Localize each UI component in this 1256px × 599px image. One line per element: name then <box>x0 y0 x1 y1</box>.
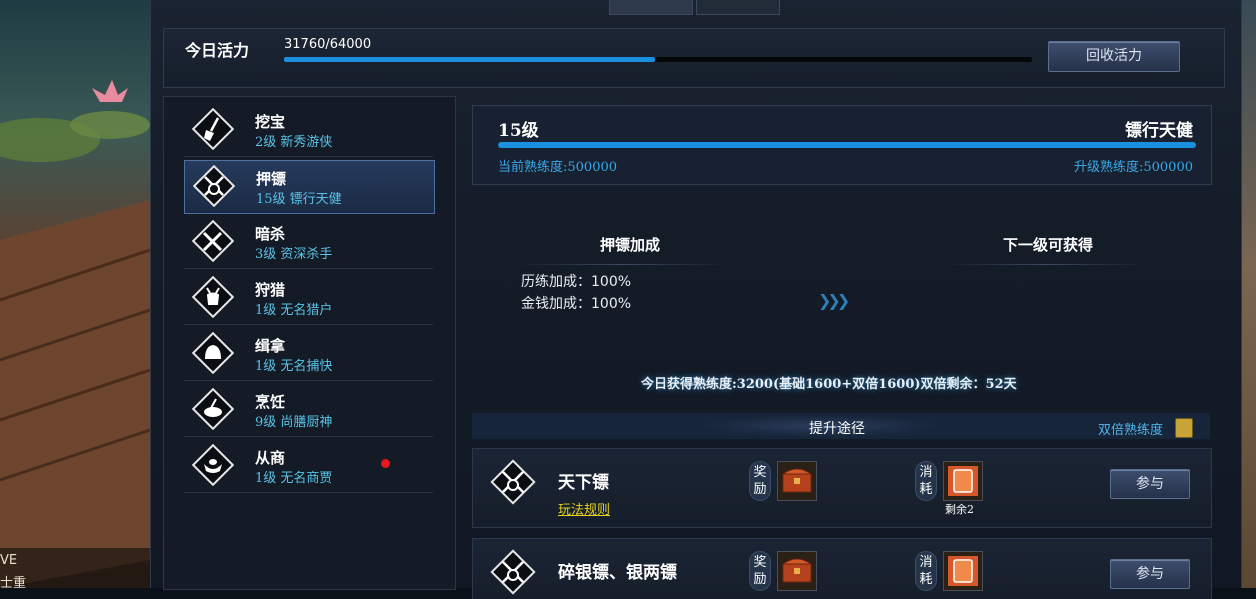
bonus-money: 金钱加成：100% <box>521 296 632 312</box>
tab-profession-play[interactable] <box>609 0 693 15</box>
vitality-value: 31760/64000 <box>284 37 372 52</box>
sidebar-item-label: 暗杀 <box>255 225 286 243</box>
rules-link[interactable]: 玩法规则 <box>558 499 610 518</box>
cost-item-slot[interactable] <box>943 551 983 591</box>
today-exp-summary: 今日获得熟练度:3200(基础1600+双倍1600)双倍剩余：52天 <box>641 377 1017 392</box>
scene-text: VE <box>0 553 18 568</box>
arrow-right-icon: ❯❯❯ <box>818 291 850 310</box>
vitality-progress-fill <box>284 57 655 62</box>
sidebar-item-label: 挖宝 <box>255 113 286 131</box>
task-name: 碎银镖、银两镖 <box>558 563 677 583</box>
cooking-pot-icon <box>192 388 234 430</box>
cost-tag: 消耗 <box>915 551 937 591</box>
shovel-icon <box>192 108 234 150</box>
escort-icon <box>490 549 536 595</box>
level-progress <box>498 142 1196 148</box>
sidebar-item-capture[interactable]: 缉拿 1级 无名捕快 <box>184 328 433 381</box>
sidebar-item-label: 狩猎 <box>255 281 286 299</box>
routes-title: 提升途径 <box>809 421 865 437</box>
escort-icon <box>490 459 536 505</box>
crossed-blades-icon <box>192 220 234 262</box>
scroll-icon[interactable] <box>1175 418 1193 438</box>
double-exp-label: 双倍熟练度 <box>1098 423 1164 438</box>
scene-decoration <box>0 80 151 588</box>
game-scene-right <box>1240 0 1256 588</box>
sidebar-item-cooking[interactable]: 烹饪 9级 尚膳厨神 <box>184 384 433 437</box>
sidebar-item-label: 押镖 <box>256 170 287 188</box>
reward-chest-slot[interactable] <box>777 461 817 501</box>
sidebar-item-escort[interactable]: 押镖 15级 镖行天健 <box>184 160 435 214</box>
reward-tag: 奖励 <box>749 551 771 591</box>
bonus-experience: 历练加成：100% <box>521 274 632 290</box>
sidebar-item-level: 9级 尚膳厨神 <box>255 415 333 430</box>
sidebar-item-level: 1级 无名猎户 <box>255 303 333 318</box>
level-number: 15级 <box>498 121 539 141</box>
task-row: 天下镖 玩法规则 奖励 消耗 剩余2 参与 <box>472 448 1212 528</box>
sidebar-item-level: 1级 无名商贾 <box>255 471 333 486</box>
reward-chest-slot[interactable] <box>777 551 817 591</box>
deer-icon <box>192 276 234 318</box>
next-level-title: 下一级可获得 <box>1003 236 1094 254</box>
bonus-title: 押镖加成 <box>600 236 661 254</box>
game-scene-left <box>0 0 151 588</box>
sidebar-item-level: 3级 资深杀手 <box>255 247 333 262</box>
divider <box>945 264 1147 265</box>
task-name: 天下镖 <box>558 473 609 493</box>
cost-item-slot[interactable] <box>943 461 983 501</box>
reward-tag: 奖励 <box>749 461 771 501</box>
sidebar-item-level: 1级 无名捕快 <box>255 359 333 374</box>
treasure-chest-icon <box>781 558 813 583</box>
level-title: 镖行天健 <box>1125 121 1193 141</box>
upgrade-exp: 升级熟练度:500000 <box>1073 160 1193 175</box>
scene-text: 士重 <box>0 576 27 591</box>
sidebar-item-hunting[interactable]: 狩猎 1级 无名猎户 <box>184 272 433 325</box>
recycle-vitality-button[interactable]: 回收活力 <box>1048 41 1180 72</box>
notification-dot <box>381 459 390 468</box>
sidebar-item-assassin[interactable]: 暗杀 3级 资深杀手 <box>184 216 433 269</box>
level-progress-fill <box>498 142 1196 148</box>
sidebar-item-level: 15级 镖行天健 <box>256 192 342 207</box>
sidebar-item-label: 从商 <box>255 449 286 467</box>
sidebar-item-treasure[interactable]: 挖宝 2级 新秀游侠 <box>184 104 433 157</box>
current-exp: 当前熟练度:500000 <box>498 160 618 175</box>
sidebar-item-label: 缉拿 <box>255 337 286 355</box>
tab-profession-skill[interactable] <box>696 0 780 15</box>
divider <box>515 264 730 265</box>
helmet-icon <box>192 332 234 374</box>
sidebar-item-label: 烹饪 <box>255 393 286 411</box>
escort-token-icon <box>948 466 978 496</box>
vitality-label: 今日活力 <box>185 41 250 60</box>
sidebar-item-merchant[interactable]: 从商 1级 无名商贾 <box>184 440 433 493</box>
cost-remaining: 剩余2 <box>945 503 974 516</box>
task-row: 碎银镖、银两镖 奖励 消耗 参与 <box>472 538 1212 599</box>
ingot-icon <box>192 444 234 486</box>
join-button[interactable]: 参与 <box>1110 469 1190 499</box>
join-button[interactable]: 参与 <box>1110 559 1190 589</box>
vitality-progress <box>284 57 1032 62</box>
escort-token-icon <box>948 556 978 586</box>
escort-icon <box>193 165 235 207</box>
cost-tag: 消耗 <box>915 461 937 501</box>
sidebar-item-level: 2级 新秀游侠 <box>255 135 333 150</box>
treasure-chest-icon <box>781 468 813 493</box>
